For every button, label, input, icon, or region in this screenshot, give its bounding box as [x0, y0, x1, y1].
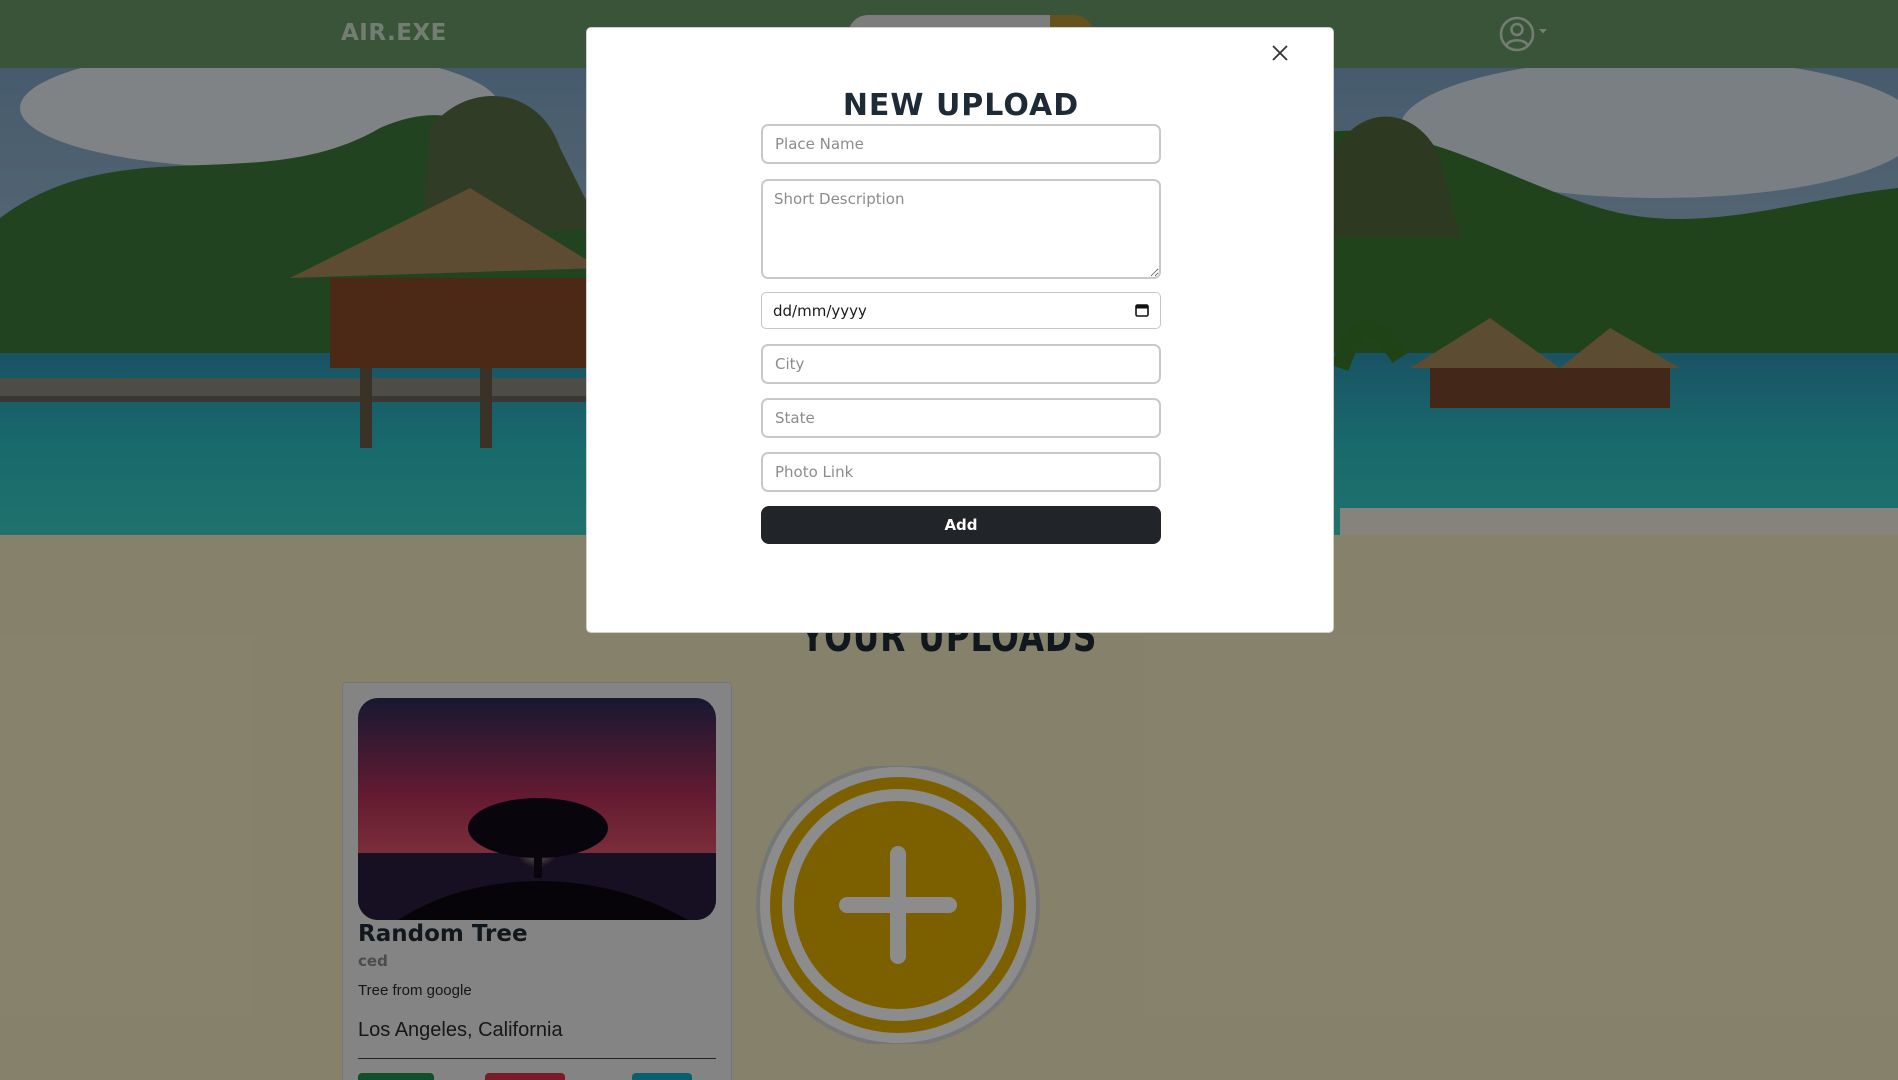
- date-input[interactable]: dd/mm/yyyy: [761, 292, 1161, 329]
- state-input[interactable]: [761, 398, 1161, 438]
- modal-title: NEW UPLOAD: [842, 88, 1080, 123]
- short-description-input[interactable]: [761, 179, 1161, 279]
- close-icon: [1272, 45, 1288, 61]
- close-button[interactable]: [1265, 38, 1295, 68]
- new-upload-modal: NEW UPLOAD dd/mm/yyyy Add: [586, 27, 1334, 633]
- date-input-value: dd/mm/yyyy: [773, 302, 867, 320]
- calendar-icon[interactable]: [1134, 302, 1150, 318]
- add-button[interactable]: Add: [761, 506, 1161, 544]
- photo-link-input[interactable]: [761, 452, 1161, 492]
- place-name-input[interactable]: [761, 124, 1161, 164]
- city-input[interactable]: [761, 344, 1161, 384]
